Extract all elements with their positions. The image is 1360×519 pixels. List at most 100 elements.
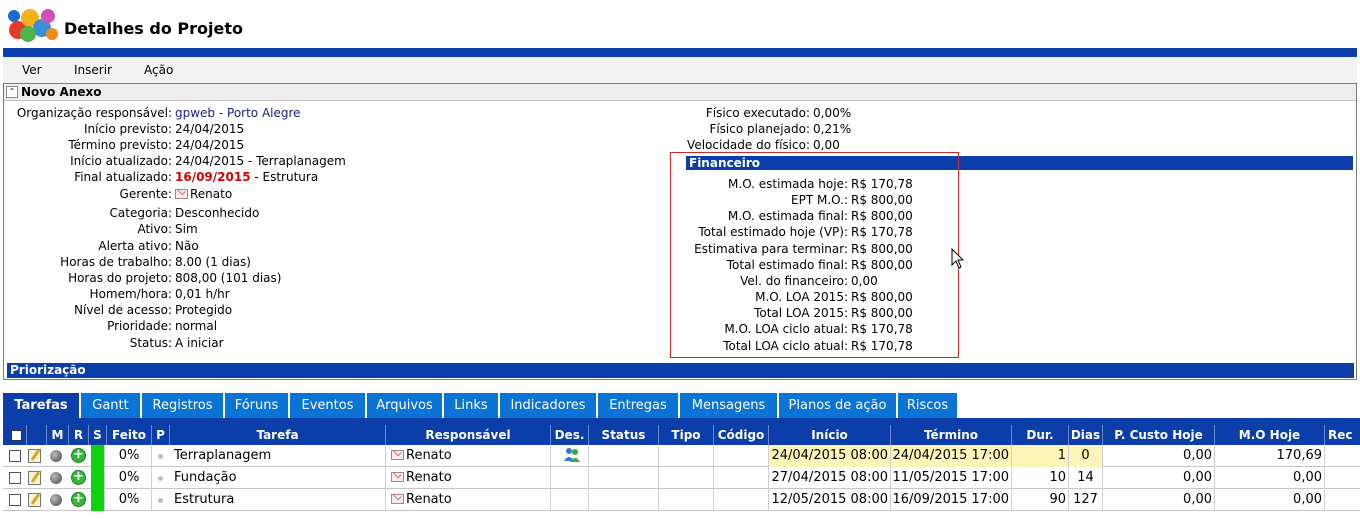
- responsible-cell[interactable]: Renato: [386, 489, 551, 511]
- header-m[interactable]: M: [47, 425, 69, 445]
- days-cell: 0: [1069, 445, 1103, 467]
- edit-icon[interactable]: [28, 493, 41, 507]
- row-checkbox[interactable]: [9, 494, 21, 506]
- task-name-link[interactable]: Fundação: [170, 467, 386, 489]
- title-divider: [3, 48, 1357, 57]
- table-row[interactable]: + 0% Terraplanagem Renato 24/04/2015 08:…: [3, 445, 1360, 467]
- message-icon[interactable]: [175, 189, 188, 199]
- start-date-cell: 27/04/2015 08:00: [769, 467, 891, 489]
- add-icon[interactable]: +: [71, 470, 86, 485]
- manager-value[interactable]: Renato: [175, 186, 232, 202]
- tab-eventos[interactable]: Eventos: [290, 393, 366, 418]
- header-status[interactable]: Status: [589, 425, 659, 445]
- header-p-custo-hoje[interactable]: P. Custo Hoje: [1103, 425, 1215, 445]
- header-r[interactable]: R: [69, 425, 89, 445]
- detail-label: Prioridade:: [107, 319, 172, 333]
- header-feito[interactable]: Feito: [107, 425, 152, 445]
- status-ball-icon[interactable]: [50, 472, 62, 484]
- tab-planos-de-acao[interactable]: Planos de ação: [779, 393, 897, 418]
- status-indicator: [91, 445, 105, 467]
- header-responsavel[interactable]: Responsável: [386, 425, 551, 445]
- labor-today-cell: 170,69: [1215, 445, 1325, 467]
- add-icon[interactable]: +: [71, 492, 86, 507]
- menu-ver[interactable]: Ver: [22, 63, 42, 77]
- duration-cell: 10: [1012, 467, 1069, 489]
- detail-label: Horas do projeto:: [68, 271, 172, 285]
- end-date-cell: 16/09/2015 17:00: [891, 489, 1012, 511]
- header-inicio[interactable]: Início: [769, 425, 891, 445]
- edit-icon[interactable]: [28, 471, 41, 485]
- menu-inserir[interactable]: Inserir: [74, 63, 112, 77]
- detail-label: Organização responsável:: [16, 106, 172, 120]
- financial-highlight-box: [670, 152, 959, 358]
- tab-mensagens[interactable]: Mensagens: [680, 393, 778, 418]
- codigo-cell: [714, 489, 769, 511]
- tab-arquivos[interactable]: Arquivos: [367, 393, 443, 418]
- header-dur[interactable]: Dur.: [1012, 425, 1069, 445]
- menu-bar: Ver Inserir Ação: [3, 57, 1357, 83]
- physical-value: 0,00%: [813, 106, 852, 120]
- tab-tarefas[interactable]: Tarefas: [3, 393, 80, 418]
- days-cell: 127: [1069, 489, 1103, 511]
- tab-indicadores[interactable]: Indicadores: [500, 393, 597, 418]
- detail-label: Categoria:: [109, 206, 172, 220]
- detail-value: 24/04/2015: [175, 122, 245, 136]
- add-icon[interactable]: +: [71, 448, 86, 463]
- table-row[interactable]: + 0% Fundação Renato 27/04/2015 08:00 11…: [3, 467, 1360, 489]
- organization-link[interactable]: gpweb - Porto Alegre: [175, 105, 301, 121]
- des-cell: [551, 467, 589, 489]
- detail-label: Alerta ativo:: [98, 239, 172, 253]
- tab-links[interactable]: Links: [444, 393, 499, 418]
- header-tarefa[interactable]: Tarefa: [170, 425, 386, 445]
- task-name-link[interactable]: Estrutura: [170, 489, 386, 511]
- header-s[interactable]: S: [89, 425, 107, 445]
- message-icon[interactable]: [391, 494, 404, 504]
- header-mo-hoje[interactable]: M.O Hoje: [1215, 425, 1325, 445]
- status-ball-icon[interactable]: [50, 450, 62, 462]
- message-icon[interactable]: [391, 450, 404, 460]
- edit-icon[interactable]: [28, 449, 41, 463]
- table-row[interactable]: + 0% Estrutura Renato 12/05/2015 08:00 1…: [3, 489, 1360, 511]
- tab-riscos[interactable]: Riscos: [898, 393, 958, 418]
- detail-value-suffix: - Estrutura: [250, 170, 319, 184]
- feito-cell: 0%: [107, 467, 152, 489]
- header-codigo[interactable]: Código: [714, 425, 769, 445]
- status-ball-icon[interactable]: [50, 494, 62, 506]
- detail-value: 8.00 (1 dias): [175, 255, 251, 269]
- responsible-cell[interactable]: Renato: [386, 445, 551, 467]
- header-rec[interactable]: Rec: [1325, 425, 1360, 445]
- message-icon[interactable]: [391, 472, 404, 482]
- panel-title: Novo Anexo: [21, 85, 102, 99]
- collapse-icon[interactable]: ⌃: [6, 86, 18, 98]
- detail-value: 16/09/2015 - Estrutura: [175, 169, 318, 185]
- menu-acao[interactable]: Ação: [144, 63, 173, 77]
- row-checkbox[interactable]: [9, 472, 21, 484]
- codigo-cell: [714, 445, 769, 467]
- priority-dot-icon: [158, 476, 163, 481]
- responsible-cell[interactable]: Renato: [386, 467, 551, 489]
- task-name-link[interactable]: Terraplanagem: [170, 445, 386, 467]
- tab-foruns[interactable]: Fóruns: [225, 393, 289, 418]
- labor-today-cell: 0,00: [1215, 489, 1325, 511]
- header-p[interactable]: P: [152, 425, 170, 445]
- header-tipo[interactable]: Tipo: [659, 425, 714, 445]
- detail-row: Organização responsável: gpweb - Porto A…: [4, 105, 664, 121]
- physical-label: Físico executado:: [705, 106, 810, 120]
- header-termino[interactable]: Término: [891, 425, 1012, 445]
- tab-gantt[interactable]: Gantt: [81, 393, 141, 418]
- feito-cell: 0%: [107, 445, 152, 467]
- header-dias[interactable]: Dias: [1069, 425, 1103, 445]
- tab-entregas[interactable]: Entregas: [598, 393, 679, 418]
- row-checkbox[interactable]: [9, 450, 21, 462]
- tab-registros[interactable]: Registros: [142, 393, 224, 418]
- users-icon[interactable]: [563, 447, 581, 463]
- labor-today-cell: 0,00: [1215, 467, 1325, 489]
- physical-label: Velocidade do físico:: [687, 138, 810, 152]
- physical-label: Físico planejado:: [709, 122, 810, 136]
- physical-value: 0,21%: [813, 122, 852, 136]
- tab-underline: [3, 418, 1360, 425]
- select-all-checkbox[interactable]: [11, 430, 22, 441]
- header-des[interactable]: Des.: [551, 425, 589, 445]
- prioritization-header[interactable]: Priorização: [7, 363, 1354, 378]
- status-indicator: [91, 489, 105, 511]
